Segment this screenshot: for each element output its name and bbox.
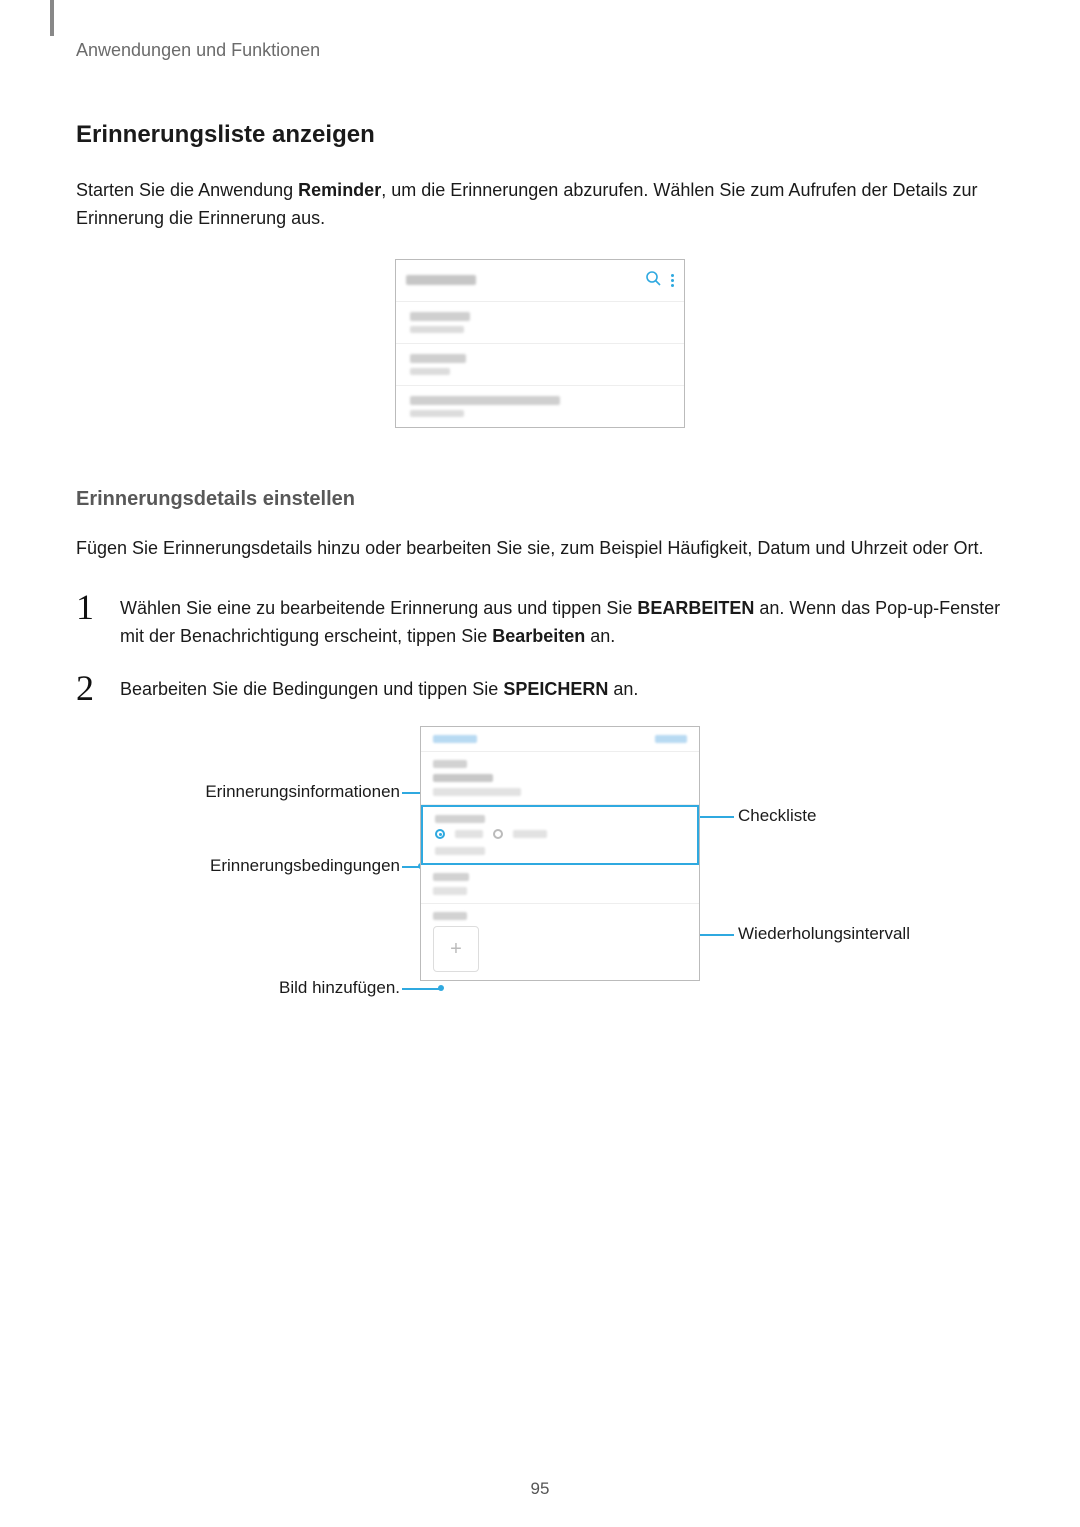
intro-app-name: Reminder bbox=[298, 180, 381, 200]
callout-reminder-info: Erinnerungsinformationen bbox=[140, 782, 400, 802]
reminder-list-header bbox=[396, 260, 684, 302]
callout-repeat-interval: Wiederholungsintervall bbox=[738, 924, 910, 944]
step-number: 1 bbox=[76, 589, 102, 651]
callout-checklist: Checkliste bbox=[738, 806, 816, 826]
subsection-paragraph: Fügen Sie Erinnerungsdetails hinzu oder … bbox=[76, 535, 1004, 563]
radio-place-icon[interactable] bbox=[493, 829, 503, 839]
step-2: 2 Bearbeiten Sie die Bedingungen und tip… bbox=[76, 670, 1004, 706]
reminder-title-blurred bbox=[410, 396, 560, 405]
image-section: + bbox=[421, 904, 699, 980]
step-body: Bearbeiten Sie die Bedingungen und tippe… bbox=[120, 670, 638, 706]
list-item[interactable] bbox=[396, 302, 684, 344]
step-number: 2 bbox=[76, 670, 102, 706]
connector-line bbox=[402, 988, 440, 990]
list-item[interactable] bbox=[396, 386, 684, 427]
reminder-list-screenshot bbox=[395, 259, 685, 428]
reminder-app-title-blurred bbox=[406, 275, 476, 285]
page-number: 95 bbox=[0, 1479, 1080, 1499]
step1-kw1: BEARBEITEN bbox=[637, 598, 754, 618]
image-label-blurred bbox=[433, 912, 467, 920]
repeat-value-blurred[interactable] bbox=[433, 887, 467, 895]
callout-reminder-conditions: Erinnerungsbedingungen bbox=[140, 856, 400, 876]
step1-text-c: an. bbox=[585, 626, 615, 646]
cancel-button-blurred[interactable] bbox=[433, 735, 477, 743]
intro-paragraph: Starten Sie die Anwendung Reminder, um d… bbox=[76, 177, 1004, 233]
conditions-label-blurred bbox=[435, 815, 485, 823]
step1-kw2: Bearbeiten bbox=[492, 626, 585, 646]
edit-screen-diagram: Erinnerungsinformationen Erinnerungsbedi… bbox=[140, 726, 940, 1046]
step2-text-a: Bearbeiten Sie die Bedingungen und tippe… bbox=[120, 679, 503, 699]
section-title: Erinnerungsliste anzeigen bbox=[76, 121, 1004, 149]
reminder-title-input-blurred[interactable] bbox=[433, 774, 493, 782]
radio-time-label-blurred bbox=[455, 830, 483, 838]
plus-icon: + bbox=[450, 938, 462, 961]
callout-add-image: Bild hinzufügen. bbox=[140, 978, 400, 998]
reminder-conditions-section bbox=[421, 805, 699, 865]
reminder-meta-blurred bbox=[410, 326, 464, 333]
step-1: 1 Wählen Sie eine zu bearbeitende Erinne… bbox=[76, 589, 1004, 651]
search-icon[interactable] bbox=[645, 270, 661, 291]
edit-screen-header bbox=[421, 727, 699, 751]
reminder-info-section bbox=[421, 752, 699, 804]
repeat-section bbox=[421, 865, 699, 903]
add-image-button[interactable]: + bbox=[433, 926, 479, 972]
breadcrumb: Anwendungen und Funktionen bbox=[76, 0, 1004, 121]
radio-time-icon[interactable] bbox=[435, 829, 445, 839]
condition-value-blurred[interactable] bbox=[435, 847, 485, 855]
reminder-edit-screenshot: + bbox=[420, 726, 700, 981]
more-icon[interactable] bbox=[671, 272, 674, 289]
intro-text-a: Starten Sie die Anwendung bbox=[76, 180, 298, 200]
step1-text-a: Wählen Sie eine zu bearbeitende Erinneru… bbox=[120, 598, 637, 618]
connector-endpoint bbox=[438, 985, 444, 991]
reminder-title-blurred bbox=[410, 354, 466, 363]
add-checklist-row-blurred[interactable] bbox=[433, 788, 521, 796]
reminder-meta-blurred bbox=[410, 410, 464, 417]
list-item[interactable] bbox=[396, 344, 684, 386]
repeat-label-blurred bbox=[433, 873, 469, 881]
field-label-blurred bbox=[433, 760, 467, 768]
reminder-title-blurred bbox=[410, 312, 470, 321]
save-button-blurred[interactable] bbox=[655, 735, 687, 743]
step2-text-b: an. bbox=[608, 679, 638, 699]
reminder-meta-blurred bbox=[410, 368, 450, 375]
step2-kw1: SPEICHERN bbox=[503, 679, 608, 699]
radio-place-label-blurred bbox=[513, 830, 547, 838]
step-body: Wählen Sie eine zu bearbeitende Erinneru… bbox=[120, 589, 1004, 651]
subsection-title: Erinnerungsdetails einstellen bbox=[76, 488, 1004, 511]
